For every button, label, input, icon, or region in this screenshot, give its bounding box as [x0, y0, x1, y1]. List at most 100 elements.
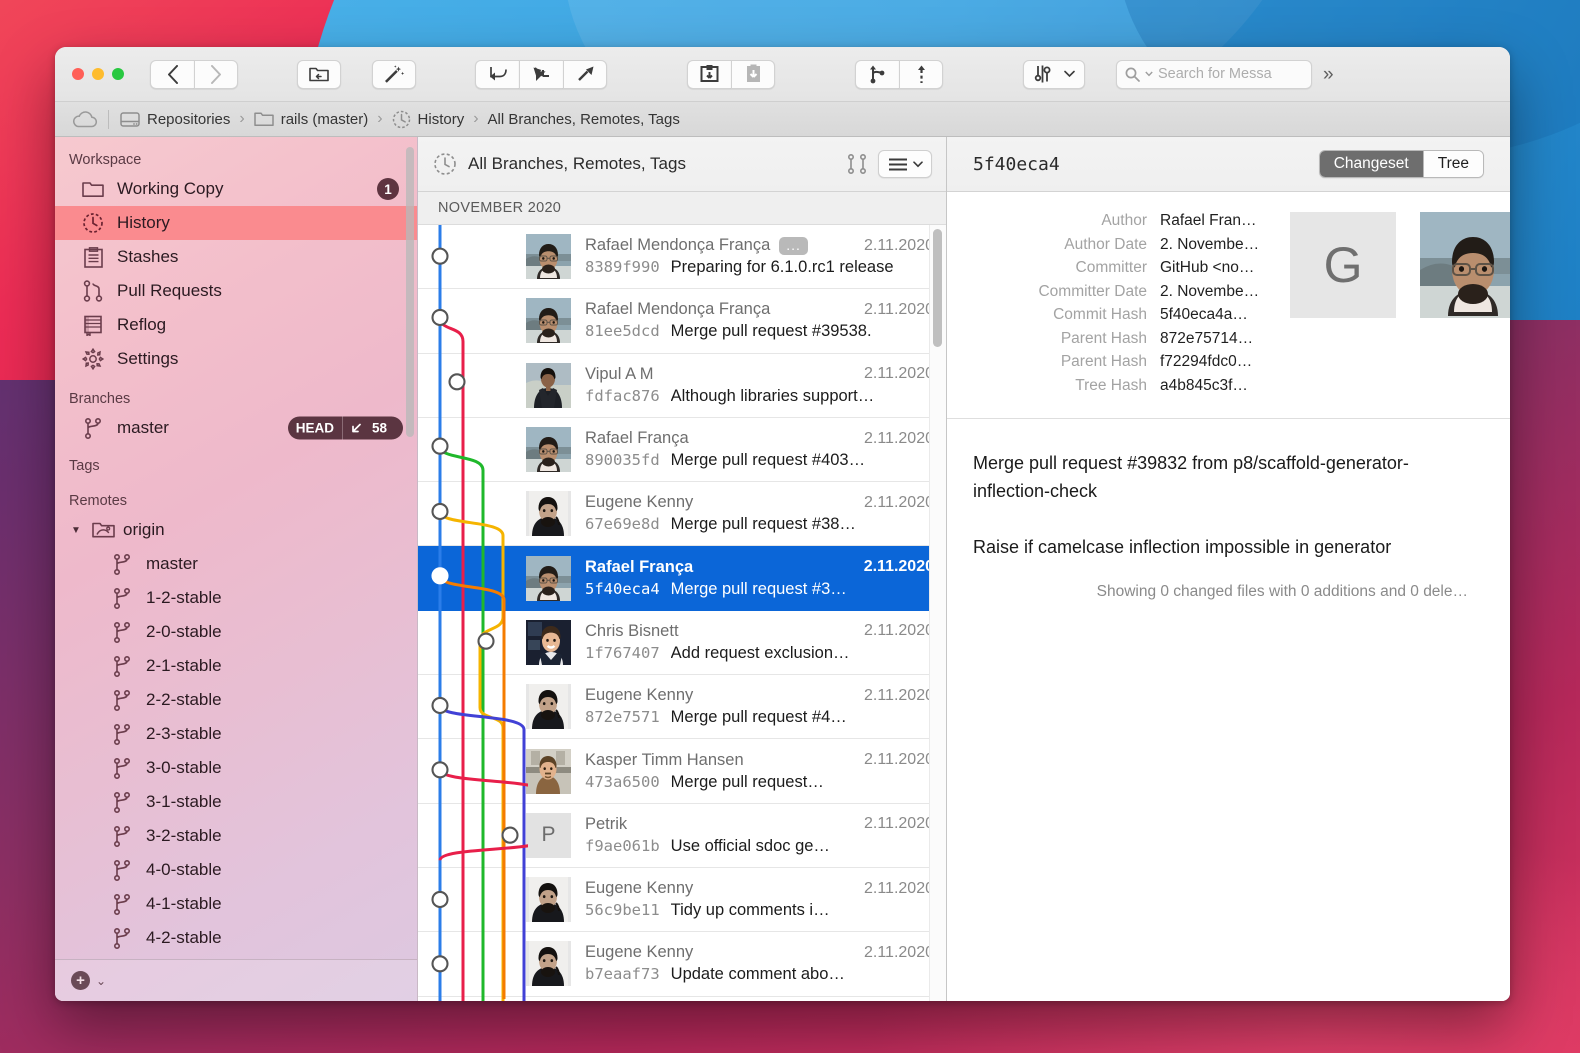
commit-list-header: All Branches, Remotes, Tags	[418, 137, 946, 192]
commit-date: 2.11.2020	[864, 751, 934, 769]
sidebar-label-remote-origin: origin	[123, 520, 165, 540]
avatar	[526, 684, 571, 729]
commit-ref-badge[interactable]: ...	[779, 237, 808, 255]
metadata-value[interactable]: 872e75714…	[1160, 328, 1253, 350]
toolbar-overflow-button[interactable]: »	[1323, 65, 1332, 84]
chevron-down-icon[interactable]: ▼	[69, 525, 83, 536]
commit-author: Rafael França	[585, 558, 693, 577]
fetch-button[interactable]	[563, 60, 607, 89]
sidebar-label-remote-branch: master	[146, 554, 198, 574]
commit-row[interactable]: PPetrik2.11.2020f9ae061bUse official sdo…	[418, 804, 946, 868]
commit-row[interactable]: Rafael França2.11.20205f40eca4Merge pull…	[418, 546, 946, 610]
sidebar-item-remote-branch[interactable]: 3-2-stable	[55, 819, 417, 853]
commit-row[interactable]: Rafael Mendonça França...2.11.20208389f9…	[418, 225, 946, 289]
commit-avatars: G	[1290, 212, 1510, 318]
drive-icon	[120, 112, 140, 127]
sidebar-scrollbar[interactable]	[406, 147, 414, 437]
sidebar: Workspace Working Copy 1 His	[55, 137, 418, 1001]
quick-actions-button[interactable]	[372, 60, 416, 89]
add-item-button[interactable]: +	[71, 971, 90, 990]
minimize-window-button[interactable]	[92, 68, 104, 80]
commit-list-scrollbar[interactable]	[933, 229, 942, 347]
metadata-value[interactable]: GitHub <no…	[1160, 257, 1254, 279]
commit-info: Rafael França2.11.2020890035fdMerge pull…	[585, 429, 934, 470]
branch-icon	[110, 928, 134, 949]
stash-button[interactable]	[687, 60, 731, 89]
metadata-value[interactable]: a4b845c3f…	[1160, 375, 1248, 397]
breadcrumb-item-history[interactable]: History	[392, 110, 465, 129]
sidebar-item-remote-origin[interactable]: ▼ origin	[55, 513, 417, 547]
forward-button[interactable]	[194, 60, 238, 89]
sidebar-item-remote-branch[interactable]: 2-1-stable	[55, 649, 417, 683]
search-input[interactable]: Search for Messa	[1116, 60, 1312, 89]
sidebar-label-remote-branch: 4-1-stable	[146, 894, 222, 914]
sidebar-item-remote-branch[interactable]: 4-1-stable	[55, 887, 417, 921]
branch-compare-icon[interactable]	[847, 153, 867, 175]
commit-date: 2.11.2020	[864, 365, 934, 383]
commit-date: 2.11.2020	[864, 494, 934, 512]
commit-detail-pane: 5f40eca4 Changeset Tree AuthorRafael Fra…	[947, 137, 1510, 1001]
sidebar-item-remote-branch[interactable]: 2-3-stable	[55, 717, 417, 751]
chevron-down-icon	[913, 161, 923, 168]
commit-row[interactable]: Rafael França2.11.2020890035fdMerge pull…	[418, 418, 946, 482]
repo-actions	[297, 60, 341, 89]
graph-filter-button[interactable]	[1023, 60, 1085, 89]
commit-row[interactable]: Chris Bisnett2.11.20201f767407Add reques…	[418, 611, 946, 675]
commit-bottom-line: 890035fdMerge pull request #403…	[585, 451, 934, 470]
sidebar-item-remote-branch[interactable]: 4-0-stable	[55, 853, 417, 887]
list-options-button[interactable]	[878, 150, 932, 178]
sidebar-item-remote-branch[interactable]: 2-2-stable	[55, 683, 417, 717]
sidebar-label-remote-branch: 3-0-stable	[146, 758, 222, 778]
commit-row[interactable]: Vipul A M2.11.2020fdfac876Although libra…	[418, 354, 946, 418]
sidebar-item-settings[interactable]: Settings	[55, 342, 417, 376]
metadata-value[interactable]: f72294fdc0…	[1160, 351, 1252, 373]
sidebar-label-remote-branch: 3-1-stable	[146, 792, 222, 812]
commit-row[interactable]: Rafael Mendonça França2.11.202081ee5dcdM…	[418, 289, 946, 353]
breadcrumb-item-filter[interactable]: All Branches, Remotes, Tags	[488, 111, 680, 128]
add-item-chevron-icon[interactable]: ⌄	[96, 974, 106, 988]
sidebar-item-remote-branch[interactable]: master	[55, 547, 417, 581]
clone-repository-button[interactable]	[297, 60, 341, 89]
sidebar-item-pull-requests[interactable]: Pull Requests	[55, 274, 417, 308]
close-window-button[interactable]	[72, 68, 84, 80]
commit-row[interactable]: Eugene Kenny2.11.202067e69e8dMerge pull …	[418, 482, 946, 546]
branch-button[interactable]	[855, 60, 899, 89]
commit-top-line: Rafael Mendonça França...2.11.2020	[585, 236, 934, 255]
sidebar-item-branch-master[interactable]: master HEAD 58	[55, 411, 417, 445]
commit-hash: 5f40eca4	[585, 580, 660, 598]
commit-info: Vipul A M2.11.2020fdfac876Although libra…	[585, 365, 934, 406]
tab-tree[interactable]: Tree	[1423, 151, 1483, 177]
commit-date: 2.11.2020	[864, 880, 934, 898]
sidebar-item-stashes[interactable]: Stashes	[55, 240, 417, 274]
sidebar-item-working-copy[interactable]: Working Copy 1	[55, 172, 417, 206]
sidebar-item-reflog[interactable]: Reflog	[55, 308, 417, 342]
apply-stash-button[interactable]	[731, 60, 775, 89]
maximize-window-button[interactable]	[112, 68, 124, 80]
breadcrumb-item-repositories[interactable]: Repositories	[120, 111, 230, 128]
metadata-value[interactable]: 2. Novembe…	[1160, 234, 1259, 256]
commit-date: 2.11.2020	[864, 944, 934, 962]
pull-button[interactable]	[475, 60, 519, 89]
search-scope-chevron-icon[interactable]	[1145, 71, 1153, 77]
breadcrumb-label-filter: All Branches, Remotes, Tags	[488, 111, 680, 128]
sidebar-item-history[interactable]: History	[55, 206, 417, 240]
cloud-icon[interactable]	[67, 111, 98, 128]
metadata-value[interactable]: Rafael Fran…	[1160, 210, 1256, 232]
metadata-value[interactable]: 2. Novembe…	[1160, 281, 1259, 303]
push-button[interactable]	[519, 60, 563, 89]
back-button[interactable]	[150, 60, 194, 89]
commit-row[interactable]: Eugene Kenny2.11.202056c9be11Tidy up com…	[418, 868, 946, 932]
sidebar-item-remote-branch[interactable]: 3-1-stable	[55, 785, 417, 819]
tab-changeset[interactable]: Changeset	[1320, 151, 1423, 177]
metadata-value[interactable]: 5f40eca4a…	[1160, 304, 1248, 326]
commit-row[interactable]: Kasper Timm Hansen2.11.2020473a6500Merge…	[418, 739, 946, 803]
sidebar-item-remote-branch[interactable]: 1-2-stable	[55, 581, 417, 615]
sidebar-item-remote-branch[interactable]: 4-2-stable	[55, 921, 417, 955]
commit-row[interactable]: Eugene Kenny2.11.2020b7eaaf73Update comm…	[418, 932, 946, 996]
commit-row[interactable]: Eugene Kenny2.11.2020872e7571Merge pull …	[418, 675, 946, 739]
sidebar-item-remote-branch[interactable]: 3-0-stable	[55, 751, 417, 785]
breadcrumb-item-repo[interactable]: rails (master)	[254, 111, 369, 128]
sidebar-item-remote-branch[interactable]: 2-0-stable	[55, 615, 417, 649]
folder-icon	[81, 181, 105, 198]
tag-button[interactable]	[899, 60, 943, 89]
